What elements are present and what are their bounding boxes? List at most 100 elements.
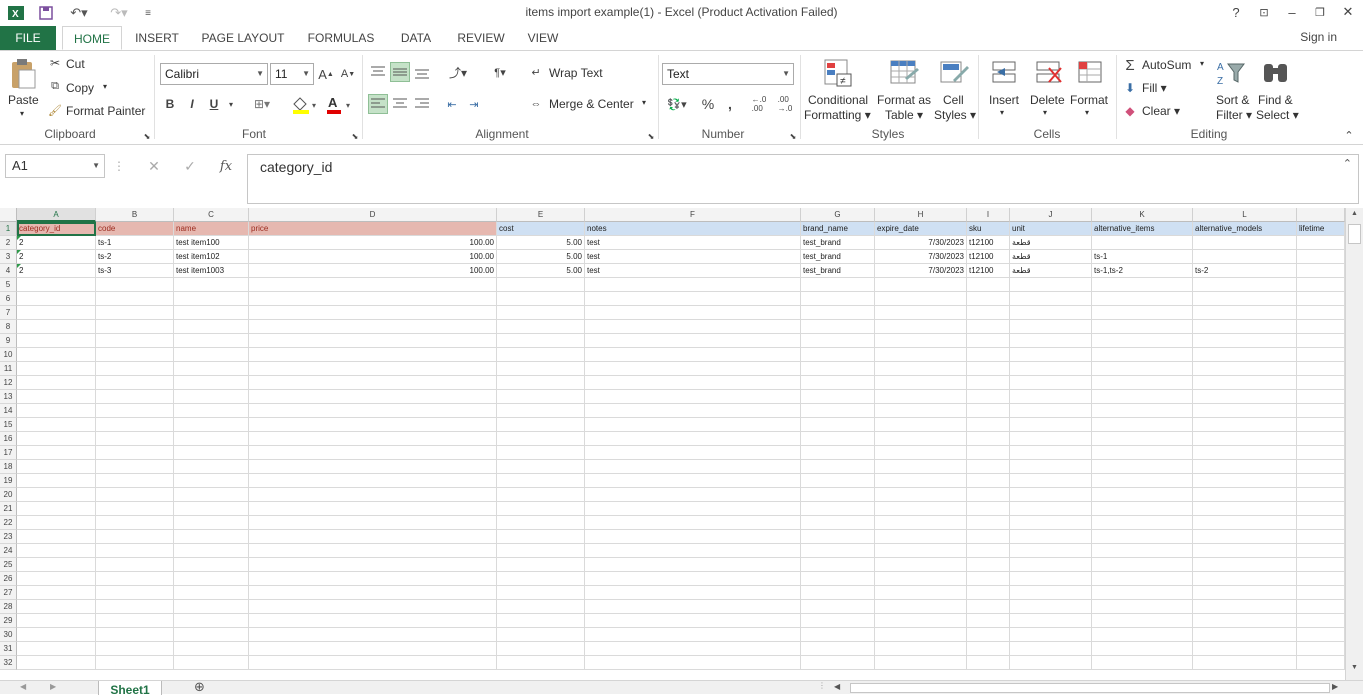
table-cell[interactable] (1010, 334, 1092, 348)
row-header[interactable]: 23 (0, 530, 17, 544)
table-cell[interactable] (585, 586, 801, 600)
table-cell[interactable] (1297, 628, 1345, 642)
table-cell[interactable] (1193, 278, 1297, 292)
table-cell[interactable] (875, 306, 967, 320)
table-cell[interactable] (17, 306, 96, 320)
table-cell[interactable] (1010, 432, 1092, 446)
table-cell[interactable] (1010, 404, 1092, 418)
table-cell[interactable] (1297, 614, 1345, 628)
table-cell[interactable] (17, 628, 96, 642)
table-cell[interactable] (967, 376, 1010, 390)
table-cell[interactable] (1193, 544, 1297, 558)
autosum-icon[interactable]: Σ (1122, 57, 1138, 74)
table-cell[interactable] (96, 348, 174, 362)
table-cell[interactable] (497, 586, 585, 600)
tab-file[interactable]: FILE (0, 26, 56, 50)
increase-indent-icon[interactable]: ⇥ (464, 94, 484, 114)
table-cell[interactable] (1297, 544, 1345, 558)
table-cell[interactable] (967, 362, 1010, 376)
table-cell[interactable] (1092, 292, 1193, 306)
table-cell[interactable] (801, 446, 875, 460)
table-cell[interactable] (1297, 530, 1345, 544)
table-cell[interactable] (967, 320, 1010, 334)
table-cell[interactable] (801, 362, 875, 376)
table-cell[interactable] (1010, 390, 1092, 404)
table-cell[interactable]: 100.00 (249, 236, 497, 250)
increase-font-icon[interactable]: A ▲ (318, 64, 334, 84)
row-header[interactable]: 32 (0, 656, 17, 670)
table-cell[interactable] (96, 446, 174, 460)
table-cell[interactable] (174, 334, 249, 348)
font-launcher-icon[interactable]: ⬊ (350, 131, 360, 141)
table-cell[interactable] (96, 656, 174, 670)
table-cell[interactable] (1297, 488, 1345, 502)
table-cell[interactable] (174, 642, 249, 656)
table-cell[interactable] (249, 572, 497, 586)
table-cell[interactable] (801, 460, 875, 474)
row-header[interactable]: 14 (0, 404, 17, 418)
table-cell[interactable] (497, 530, 585, 544)
table-cell[interactable] (801, 530, 875, 544)
table-cell[interactable] (96, 418, 174, 432)
table-cell[interactable] (497, 334, 585, 348)
row-header[interactable]: 8 (0, 320, 17, 334)
table-cell[interactable] (1010, 418, 1092, 432)
table-cell[interactable] (585, 292, 801, 306)
table-cell[interactable] (174, 474, 249, 488)
table-cell[interactable] (17, 502, 96, 516)
table-cell[interactable] (497, 642, 585, 656)
table-cell[interactable] (585, 404, 801, 418)
table-cell[interactable] (249, 278, 497, 292)
table-cell[interactable] (497, 278, 585, 292)
format-button[interactable]: Format (1070, 93, 1108, 107)
table-cell[interactable] (497, 614, 585, 628)
insert-cells-icon[interactable] (988, 57, 1020, 89)
table-cell[interactable] (801, 376, 875, 390)
delete-cells-icon[interactable] (1032, 57, 1064, 89)
table-cell[interactable] (801, 474, 875, 488)
row-header[interactable]: 24 (0, 544, 17, 558)
table-cell[interactable] (174, 390, 249, 404)
table-cell[interactable] (17, 460, 96, 474)
table-cell[interactable] (1092, 376, 1193, 390)
increase-decimal-icon[interactable]: ←.0.00 (748, 94, 770, 114)
clear-button[interactable]: Clear ▾ (1142, 104, 1180, 118)
table-cell[interactable] (96, 586, 174, 600)
table-cell[interactable]: ts-2 (1193, 264, 1297, 278)
bold-button[interactable]: B (162, 95, 178, 113)
table-cell[interactable] (1092, 656, 1193, 670)
align-left-icon[interactable] (368, 94, 388, 114)
table-cell[interactable] (875, 362, 967, 376)
table-cell[interactable] (96, 306, 174, 320)
table-cell[interactable] (967, 348, 1010, 362)
table-cell[interactable] (585, 530, 801, 544)
table-cell[interactable] (585, 656, 801, 670)
table-cell[interactable] (174, 348, 249, 362)
table-cell[interactable] (1297, 306, 1345, 320)
table-cell[interactable] (1092, 614, 1193, 628)
cut-icon[interactable]: ✂ (48, 56, 62, 70)
table-cell[interactable]: 2 (17, 264, 96, 278)
table-cell[interactable] (801, 306, 875, 320)
table-cell[interactable] (17, 516, 96, 530)
row-header[interactable]: 27 (0, 586, 17, 600)
table-cell[interactable] (174, 418, 249, 432)
table-cell[interactable] (1010, 376, 1092, 390)
table-cell[interactable] (585, 460, 801, 474)
table-cell[interactable]: قطعة (1010, 250, 1092, 264)
table-cell[interactable] (801, 614, 875, 628)
table-cell[interactable] (1297, 264, 1345, 278)
table-cell[interactable] (497, 488, 585, 502)
table-cell[interactable] (585, 572, 801, 586)
row-header[interactable]: 22 (0, 516, 17, 530)
accounting-format-icon[interactable]: 💱▾ (662, 94, 692, 114)
table-cell[interactable] (1010, 544, 1092, 558)
copy-button[interactable]: Copy (66, 81, 94, 95)
format-cells-icon[interactable] (1074, 57, 1106, 89)
table-cell[interactable] (801, 432, 875, 446)
table-cell[interactable] (249, 516, 497, 530)
sort-label[interactable]: Sort & (1216, 93, 1249, 107)
table-cell[interactable] (96, 642, 174, 656)
row-header[interactable]: 10 (0, 348, 17, 362)
table-cell[interactable] (1193, 348, 1297, 362)
